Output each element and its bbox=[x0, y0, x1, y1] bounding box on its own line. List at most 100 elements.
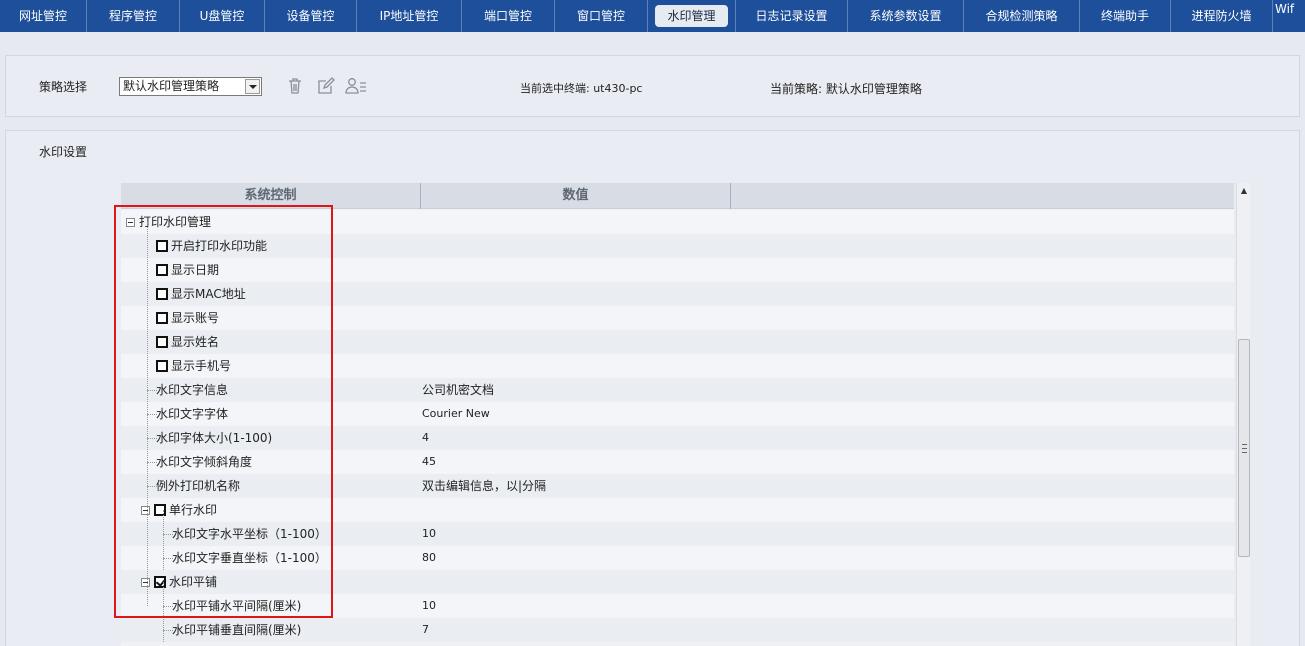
collapse-icon[interactable] bbox=[141, 505, 150, 515]
row-value-cell[interactable]: 10 bbox=[422, 594, 436, 618]
row-value-cell[interactable]: 双击编辑信息，以|分隔 bbox=[422, 474, 546, 498]
row-checkbox[interactable] bbox=[156, 240, 168, 252]
edit-icon[interactable] bbox=[316, 76, 336, 96]
table-row[interactable]: 例外打印机名称 双击编辑信息，以|分隔 bbox=[121, 474, 1234, 498]
row-value-cell[interactable]: 80 bbox=[422, 546, 436, 570]
grip-icon bbox=[1242, 444, 1247, 453]
tree-guide-line bbox=[163, 558, 173, 559]
row-checkbox[interactable] bbox=[154, 576, 166, 588]
table-row[interactable]: 显示姓名 bbox=[121, 330, 1234, 354]
row-checkbox[interactable] bbox=[156, 288, 168, 300]
table-row[interactable]: 水印文字水平坐标（1-100） 10 bbox=[121, 522, 1234, 546]
user-list-icon[interactable] bbox=[344, 76, 368, 96]
row-label: 水印字体大小(1-100) bbox=[156, 431, 273, 445]
tab-7[interactable]: 水印管理 bbox=[648, 0, 736, 32]
trash-icon[interactable] bbox=[285, 76, 305, 96]
row-checkbox[interactable] bbox=[156, 360, 168, 372]
row-label: 水印平铺 bbox=[169, 575, 218, 589]
row-name-cell: 单行水印 bbox=[141, 498, 217, 522]
tab-5[interactable]: 端口管控 bbox=[462, 0, 555, 32]
row-name-cell: 水印平铺水平间隔(厘米) bbox=[172, 594, 301, 618]
tree-guide-line bbox=[147, 438, 157, 439]
tab-12[interactable]: 进程防火墙 bbox=[1171, 0, 1273, 32]
tab-label: Wif bbox=[1275, 2, 1295, 16]
column-header-value[interactable]: 数值 bbox=[421, 183, 731, 209]
tab-label: 窗口管控 bbox=[576, 9, 625, 23]
table-row[interactable]: 显示日期 bbox=[121, 258, 1234, 282]
tree-guide-line bbox=[163, 510, 164, 570]
table-row[interactable]: 水印平铺水平间隔(厘米) 10 bbox=[121, 594, 1234, 618]
chevron-down-icon[interactable] bbox=[245, 79, 260, 94]
row-name-cell: 例外打印机名称 bbox=[156, 474, 240, 498]
tab-label: 系统参数设置 bbox=[869, 9, 942, 23]
row-value-cell[interactable]: 公司机密文档 bbox=[422, 378, 494, 402]
tab-3[interactable]: 设备管控 bbox=[265, 0, 357, 32]
table-row[interactable]: 开启打印水印功能 bbox=[121, 234, 1234, 258]
row-checkbox[interactable] bbox=[154, 504, 166, 516]
policy-select[interactable]: 默认水印管理策略 bbox=[119, 77, 262, 96]
scroll-thumb[interactable] bbox=[1238, 339, 1250, 557]
row-value-cell[interactable]: Courier New bbox=[422, 402, 490, 426]
row-name-cell: 水印文字倾斜角度 bbox=[156, 450, 252, 474]
current-terminal: 当前选中终端: ut430-pc bbox=[520, 82, 643, 95]
tree-guide-line bbox=[147, 486, 157, 487]
row-name-cell: 打印水印管理 bbox=[126, 210, 211, 234]
tree-guide-line bbox=[163, 534, 173, 535]
current-policy: 当前策略: 默认水印管理策略 bbox=[770, 82, 922, 96]
settings-title: 水印设置 bbox=[39, 145, 88, 159]
tab-label: IP地址管控 bbox=[379, 9, 439, 23]
tree-guide-line bbox=[163, 606, 173, 607]
table-row[interactable]: 打印水印管理 bbox=[121, 210, 1234, 234]
row-label: 水印文字字体 bbox=[156, 407, 229, 421]
collapse-icon[interactable] bbox=[126, 217, 135, 227]
tab-1[interactable]: 程序管控 bbox=[87, 0, 180, 32]
table-row[interactable]: 水印平铺垂直间隔(厘米) 7 bbox=[121, 618, 1234, 642]
tab-0[interactable]: 网址管控 bbox=[0, 0, 87, 32]
row-checkbox[interactable] bbox=[156, 336, 168, 348]
row-label: 例外打印机名称 bbox=[156, 479, 241, 493]
row-value-cell[interactable]: 4 bbox=[422, 426, 429, 450]
table-row[interactable]: 水印文字信息 公司机密文档 bbox=[121, 378, 1234, 402]
tab-label: 进程防火墙 bbox=[1191, 9, 1252, 23]
grid-header: 系统控制 数值 bbox=[121, 183, 1234, 209]
tab-4[interactable]: IP地址管控 bbox=[357, 0, 462, 32]
collapse-icon[interactable] bbox=[141, 577, 150, 587]
tab-10[interactable]: 合规检测策略 bbox=[964, 0, 1080, 32]
table-row[interactable]: 水印字体大小(1-100) 4 bbox=[121, 426, 1234, 450]
tab-9[interactable]: 系统参数设置 bbox=[848, 0, 964, 32]
policy-select-label: 策略选择 bbox=[39, 80, 88, 94]
row-value-cell[interactable]: 7 bbox=[422, 618, 429, 642]
row-name-cell: 水印文字水平坐标（1-100） bbox=[172, 522, 327, 546]
table-row[interactable]: 显示账号 bbox=[121, 306, 1234, 330]
row-name-cell: 水印平铺垂直间隔(厘米) bbox=[172, 618, 301, 642]
tab-label: 设备管控 bbox=[286, 9, 335, 23]
table-row[interactable]: 水印文字垂直坐标（1-100） 80 bbox=[121, 546, 1234, 570]
tab-label: 水印管理 bbox=[655, 5, 728, 27]
column-header-control[interactable]: 系统控制 bbox=[121, 183, 421, 209]
tab-11[interactable]: 终端助手 bbox=[1080, 0, 1171, 32]
policy-select-value: 默认水印管理策略 bbox=[123, 79, 220, 93]
table-row[interactable]: 水印文字字体 Courier New bbox=[121, 402, 1234, 426]
row-name-cell: 显示账号 bbox=[156, 306, 219, 330]
settings-grid: 系统控制 数值 打印水印管理 开启打印水印功能显示日期显示MAC地址 显示账号 显示姓… bbox=[121, 183, 1234, 646]
row-value-cell[interactable]: 10 bbox=[422, 522, 436, 546]
row-checkbox[interactable] bbox=[156, 312, 168, 324]
table-row[interactable]: 水印文字倾斜角度 45 bbox=[121, 450, 1234, 474]
scroll-up-icon[interactable]: ▲ bbox=[1237, 183, 1251, 198]
vertical-scrollbar[interactable]: ▲ bbox=[1236, 183, 1250, 646]
row-value-cell[interactable]: 45 bbox=[422, 450, 436, 474]
tree-guide-line bbox=[147, 462, 157, 463]
table-row[interactable]: 水印平铺 bbox=[121, 570, 1234, 594]
row-label: 水印文字垂直坐标（1-100） bbox=[172, 551, 327, 565]
tab-2[interactable]: U盘管控 bbox=[180, 0, 265, 32]
row-checkbox[interactable] bbox=[156, 264, 168, 276]
tab-8[interactable]: 日志记录设置 bbox=[736, 0, 848, 32]
table-row[interactable]: 显示MAC地址 bbox=[121, 282, 1234, 306]
tab-13[interactable]: Wif bbox=[1273, 0, 1305, 32]
row-name-cell: 开启打印水印功能 bbox=[156, 234, 267, 258]
table-row[interactable]: 单行水印 bbox=[121, 498, 1234, 522]
tab-6[interactable]: 窗口管控 bbox=[555, 0, 648, 32]
tab-label: U盘管控 bbox=[199, 9, 245, 23]
table-row[interactable]: 显示手机号 bbox=[121, 354, 1234, 378]
row-label: 显示日期 bbox=[171, 263, 220, 277]
